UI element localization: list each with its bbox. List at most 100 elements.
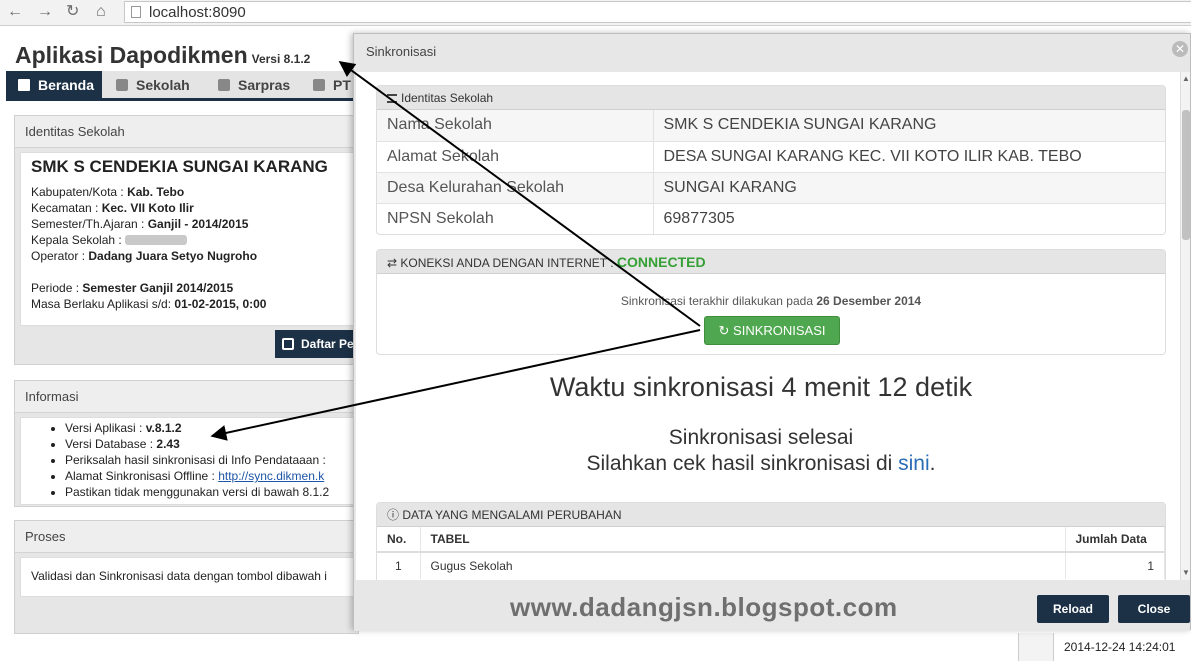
tab-label: Sarpras (238, 77, 291, 93)
identitas-panel: Identitas Sekolah SMK S CENDEKIA SUNGAI … (14, 115, 365, 365)
screen: { "browser": {"url": "localhost:8090"}, … (0, 0, 1191, 661)
list-item: Pastikan tidak menggunakan versi di bawa… (65, 484, 329, 500)
status-datetime: 2014-12-24 14:24:01 (1053, 633, 1191, 661)
info-operator: Operator : Dadang Juara Setyo Nugroho (31, 249, 258, 263)
address-bar[interactable]: localhost:8090 (124, 1, 1191, 23)
refresh-icon: ↻ (718, 323, 730, 338)
main-tabs: Beranda Sekolah Sarpras PT (6, 71, 356, 101)
row-value: DESA SUNGAI KARANG KEC. VII KOTO ILIR KA… (653, 141, 1165, 173)
tab-sarpras[interactable]: Sarpras (218, 71, 308, 99)
panel-title: Informasi (15, 381, 358, 413)
close-button[interactable]: Close (1118, 595, 1190, 623)
sinkronisasi-button[interactable]: ↻ SINKRONISASI (704, 316, 840, 345)
sync-offline-link[interactable]: http://sync.dikmen.k (218, 469, 324, 483)
home-icon[interactable]: ⌂ (96, 3, 106, 21)
info-semester: Semester/Th.Ajaran : Ganjil - 2014/2015 (31, 217, 249, 231)
column-header: No. (377, 527, 421, 553)
row-key: NPSN Sekolah (377, 203, 654, 234)
browser-toolbar: ← → ↻ ⌂ localhost:8090 (0, 0, 1191, 26)
last-sync-text: Sinkronisasi terakhir dilakukan pada 26 … (620, 294, 922, 308)
informasi-panel: Informasi Versi Aplikasi : v.8.1.2 Versi… (14, 380, 360, 507)
sinkronisasi-modal: Sinkronisasi ✕ Identitas Sekolah Nama Se… (353, 33, 1191, 631)
identitas-table: Nama Sekolah SMK S CENDEKIA SUNGAI KARANG… (377, 110, 1165, 234)
column-header: TABEL (420, 527, 1066, 553)
proses-panel: Proses Validasi dan Sinkronisasi data de… (14, 520, 360, 634)
cell-tabel: Gugus Sekolah (420, 552, 1066, 579)
row-value: SUNGAI KARANG (653, 172, 1165, 204)
identitas-box: Identitas Sekolah Nama Sekolah SMK S CEND… (376, 85, 1166, 235)
table-row: Desa Kelurahan Sekolah SUNGAI KARANG (377, 172, 1165, 204)
reload-icon[interactable]: ↻ (66, 3, 79, 21)
box-header: ⓘ DATA YANG MENGALAMI PERUBAHAN (377, 503, 1165, 527)
back-icon[interactable]: ← (7, 3, 23, 21)
tab-label: PT (333, 77, 351, 93)
reload-button[interactable]: Reload (1037, 595, 1109, 623)
scroll-down-icon[interactable]: ▼ (1182, 568, 1190, 577)
row-value: 69877305 (653, 203, 1165, 234)
table-row: Alamat Sekolah DESA SUNGAI KARANG KEC. VI… (377, 141, 1165, 173)
informasi-list: Versi Aplikasi : v.8.1.2 Versi Database … (65, 420, 329, 500)
exchange-icon: ⇄ (387, 256, 398, 270)
school-name: SMK S CENDEKIA SUNGAI KARANG (31, 157, 328, 176)
list-item: Versi Aplikasi : v.8.1.2 (65, 420, 329, 436)
sini-link[interactable]: sini (898, 452, 930, 475)
koneksi-box: ⇄ KONEKSI ANDA DENGAN INTERNET : CONNECT… (376, 249, 1166, 355)
row-key: Nama Sekolah (377, 110, 654, 142)
status-bar: 2014-12-24 14:24:01 (1018, 633, 1191, 661)
proses-body: Validasi dan Sinkronisasi data dengan to… (20, 557, 360, 597)
info-kabupaten: Kabupaten/Kota : Kab. Tebo (31, 185, 185, 199)
row-value: SMK S CENDEKIA SUNGAI KARANG (653, 110, 1165, 142)
watermark-text: www.dadangjsn.blogspot.com (510, 592, 898, 622)
check-result: Silahkan cek hasil sinkronisasi di sini. (586, 452, 936, 475)
tab-label: Beranda (38, 77, 95, 93)
panel-title: Identitas Sekolah (15, 116, 358, 148)
list-item: Periksalah hasil sinkronisasi di Info Pe… (65, 452, 329, 468)
url-text[interactable]: localhost:8090 (149, 4, 246, 21)
tab-beranda[interactable]: Beranda (6, 71, 102, 99)
panel-title: Proses (15, 521, 358, 553)
page-icon (131, 6, 141, 18)
perubahan-box: ⓘ DATA YANG MENGALAMI PERUBAHAN No. TABE… (376, 502, 1166, 580)
table-row: NPSN Sekolah 69877305 (377, 203, 1165, 234)
cell-no: 1 (377, 552, 421, 579)
row-key: Desa Kelurahan Sekolah (377, 172, 654, 204)
forward-icon[interactable]: → (37, 3, 53, 21)
app-title: Aplikasi Dapodikmen Versi 8.1.2 (15, 42, 310, 69)
cell-jumlah: 1 (1065, 552, 1165, 579)
tab-ptk[interactable]: PT (313, 71, 356, 99)
box-header: ⇄ KONEKSI ANDA DENGAN INTERNET : CONNECT… (377, 250, 1165, 274)
modal-body: Identitas Sekolah Nama Sekolah SMK S CEND… (356, 72, 1190, 580)
scrollbar-thumb[interactable] (1182, 110, 1190, 240)
column-header: Jumlah Data (1065, 527, 1165, 553)
proses-text: Validasi dan Sinkronisasi data dengan to… (31, 569, 327, 583)
modal-scrollbar[interactable]: ▲ ▼ (1180, 72, 1190, 580)
close-icon[interactable]: ✕ (1172, 41, 1188, 57)
list-icon (387, 94, 397, 103)
user-icon (313, 79, 325, 91)
connection-status: CONNECTED (616, 254, 706, 270)
daftar-button[interactable]: Daftar Pe (275, 330, 365, 358)
row-key: Alamat Sekolah (377, 141, 654, 173)
box-header: Identitas Sekolah (377, 86, 1165, 110)
check-icon (282, 338, 294, 350)
sync-duration: Waktu sinkronisasi 4 menit 12 detik (549, 372, 973, 402)
list-item: Alamat Sinkronisasi Offline : http://syn… (65, 468, 329, 484)
tab-label: Sekolah (136, 77, 190, 93)
info-masa-berlaku: Masa Berlaku Aplikasi s/d: 01-02-2015, 0… (31, 297, 267, 311)
tab-sekolah[interactable]: Sekolah (116, 71, 206, 99)
info-periode: Periode : Semester Ganjil 2014/2015 (31, 281, 234, 295)
sync-complete: Sinkronisasi selesai (668, 426, 854, 449)
perubahan-table: No. TABEL Jumlah Data 1 Gugus Sekolah 1 (377, 527, 1165, 579)
building-icon (116, 79, 128, 91)
home-icon (18, 79, 30, 91)
scroll-up-icon[interactable]: ▲ (1182, 74, 1190, 83)
modal-footer: www.dadangjsn.blogspot.com Reload Close (354, 580, 1190, 631)
info-kecamatan: Kecamatan : Kec. VII Koto Ilir (31, 201, 194, 215)
info-kepala-sekolah: Kepala Sekolah : (31, 233, 188, 247)
table-row: 1 Gugus Sekolah 1 (377, 552, 1165, 579)
app-title-text: Aplikasi Dapodikmen (15, 42, 248, 68)
identitas-body: SMK S CENDEKIA SUNGAI KARANG Kabupaten/K… (20, 152, 360, 326)
road-icon (218, 79, 230, 91)
info-icon: ⓘ (387, 508, 400, 522)
modal-title: Sinkronisasi (366, 44, 437, 59)
